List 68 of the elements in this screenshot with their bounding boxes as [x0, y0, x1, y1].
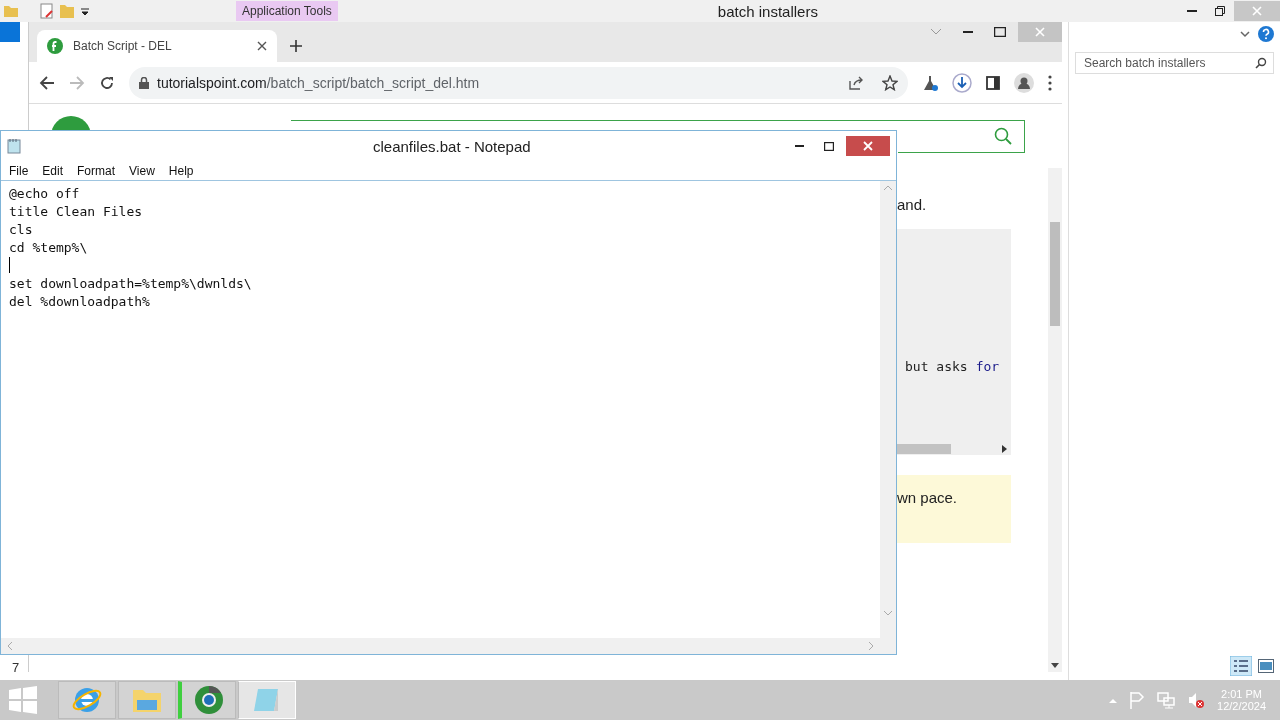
window-title: cleanfiles.bat - Notepad — [373, 137, 531, 155]
code-text: but asks — [905, 359, 968, 374]
taskbar-button[interactable] — [178, 681, 236, 719]
back-icon[interactable] — [39, 74, 55, 91]
window-title: batch installers — [717, 2, 818, 20]
folder-icon — [4, 4, 18, 18]
scrollbar-thumb[interactable] — [897, 444, 951, 454]
search-field[interactable]: Search batch installers — [1075, 52, 1274, 74]
globe-icon — [193, 685, 224, 715]
star-icon[interactable] — [882, 74, 898, 91]
url-domain: tutorialspoint.com — [157, 74, 267, 91]
muted-speaker-icon[interactable] — [1187, 691, 1206, 709]
close-button[interactable] — [846, 136, 890, 156]
note-fragment: wn pace. — [897, 489, 958, 506]
address-bar[interactable]: tutorialspoint.com/batch_script/batch_script_del.htm — [129, 66, 908, 99]
close-tab-icon[interactable] — [257, 41, 267, 51]
menu-item[interactable]: View — [123, 163, 161, 178]
text-caret — [9, 257, 10, 273]
search-icon — [1255, 57, 1267, 69]
chevron-down-icon[interactable] — [1240, 30, 1250, 38]
code-line: title Clean Files — [9, 203, 144, 221]
text-editor[interactable]: @echo off title Clean Files cls cd %temp%\ set downloadpath=%temp%\dwnlds\ del %downloadpath% — [1, 181, 880, 638]
site-search-field[interactable] — [898, 119, 1025, 153]
taskbar-button[interactable] — [58, 681, 116, 719]
scroll-down-icon[interactable] — [1051, 663, 1059, 668]
minimize-icon — [963, 31, 973, 33]
close-icon — [1035, 27, 1045, 37]
code-line: cd %temp%\ — [9, 239, 89, 257]
close-icon — [1252, 6, 1262, 16]
start-icon[interactable] — [8, 686, 38, 714]
search-icon — [994, 127, 1012, 145]
minimize-icon — [1187, 10, 1197, 12]
details-view-icon[interactable] — [1230, 656, 1252, 676]
flask-icon[interactable] — [922, 74, 938, 91]
site-logo-icon — [47, 38, 63, 54]
menu-item[interactable]: File — [3, 163, 35, 178]
lock-icon — [139, 76, 149, 89]
browser-tab[interactable]: Batch Script - DEL — [37, 30, 277, 62]
scroll-right-icon[interactable] — [1002, 445, 1007, 453]
restore-icon — [1215, 6, 1225, 16]
url-path: /batch_script/batch_script_del.htm — [266, 74, 480, 91]
code-text: for — [975, 359, 1000, 374]
share-icon[interactable] — [848, 74, 864, 91]
paragraph-fragment: and. — [897, 196, 928, 213]
help-icon[interactable] — [1258, 26, 1274, 42]
notepad-icon — [7, 138, 21, 154]
scrollbar-thumb[interactable] — [1050, 222, 1060, 326]
dropdown-icon[interactable] — [80, 6, 90, 16]
code-line: @echo off — [9, 185, 81, 203]
download-icon[interactable] — [952, 72, 972, 93]
thumbnail-view-icon[interactable] — [1258, 659, 1274, 673]
side-panel-icon[interactable] — [986, 75, 1000, 90]
code-line: set downloadpath=%temp%\dwnlds\ — [9, 275, 253, 293]
menu-item[interactable]: Help — [162, 163, 200, 178]
profile-icon[interactable] — [1014, 72, 1034, 93]
menu-item[interactable]: Edit — [36, 163, 70, 178]
ribbon-tab[interactable]: Application Tools — [236, 1, 338, 21]
code-line: cls — [9, 221, 34, 239]
maximize-icon — [994, 27, 1006, 37]
row-number: 7 — [12, 660, 20, 675]
close-icon — [863, 141, 873, 151]
menu-item[interactable]: Format — [71, 163, 122, 178]
more-menu-icon[interactable] — [1048, 74, 1052, 91]
document-icon[interactable] — [40, 3, 54, 19]
code-line: del %downloadpath% — [9, 293, 151, 311]
reload-icon[interactable] — [99, 74, 115, 91]
maximize-icon — [824, 141, 834, 151]
minimize-icon — [794, 145, 804, 147]
